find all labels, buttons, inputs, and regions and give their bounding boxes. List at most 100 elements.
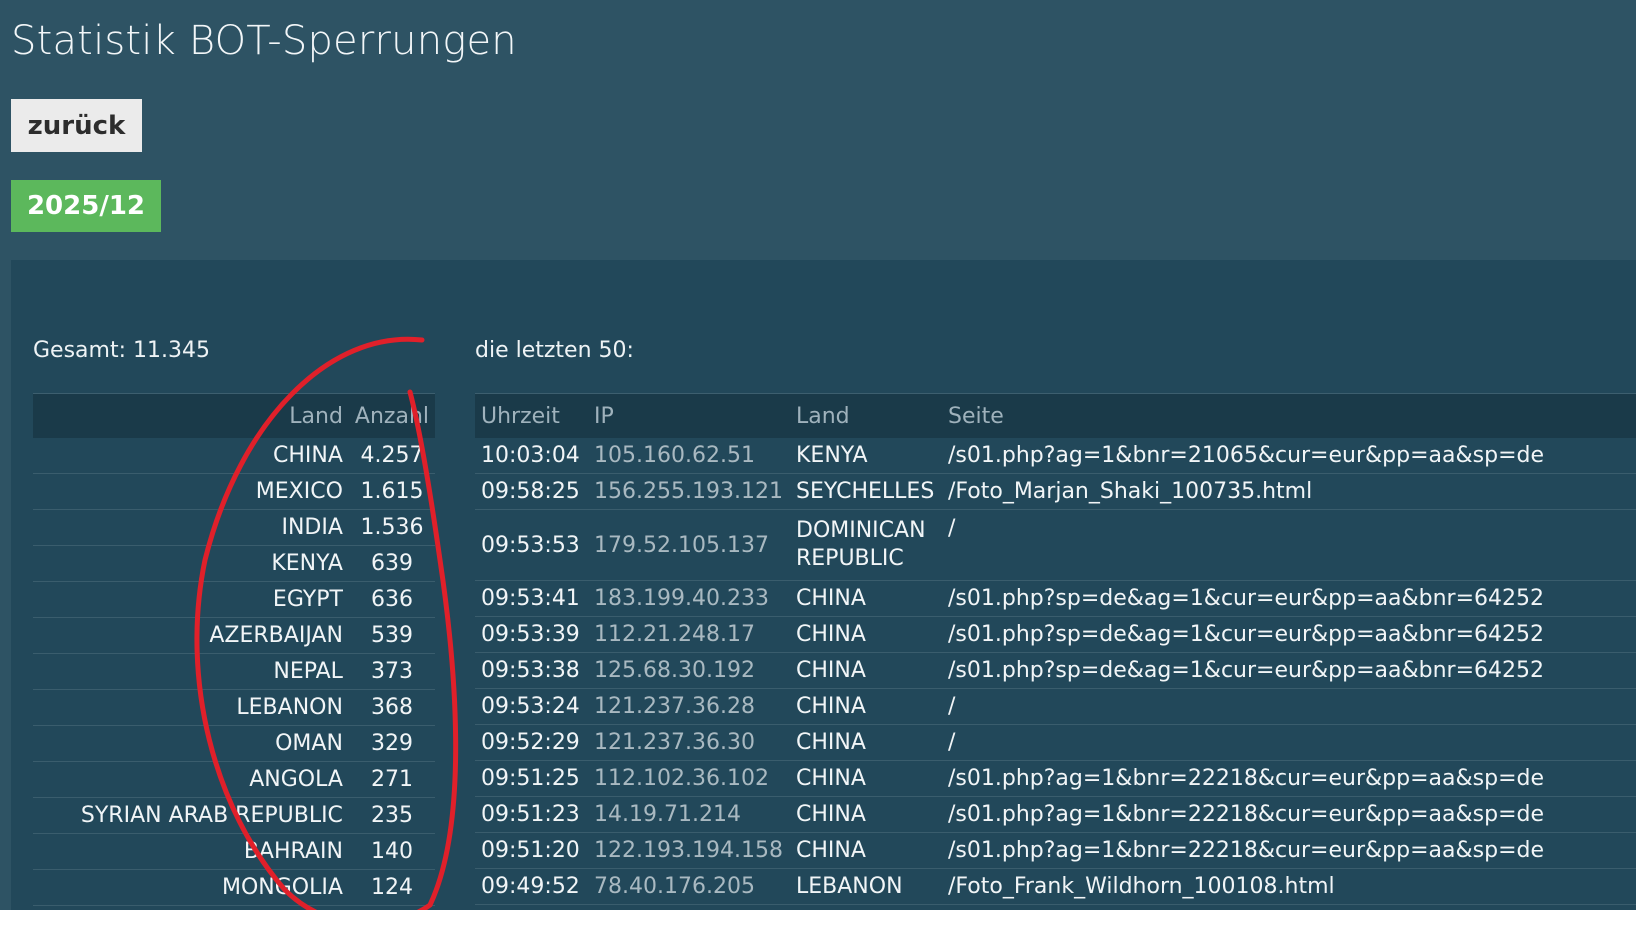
country-count: 235 (348, 797, 435, 834)
log-row: 10:03:04 105.160.62.51 KENYA/s01.php?ag=1&… (475, 438, 1636, 474)
country-count: 271 (348, 761, 435, 798)
page: Statistik BOT-Sperrungen zurück 2025/12 … (0, 0, 1636, 910)
log-country: LEBANON (790, 868, 942, 905)
log-time: 09:52:29 (475, 724, 588, 761)
log-country: SEYCHELLES (790, 473, 942, 510)
log-time: 10:03:04 (475, 438, 588, 474)
country-count: 1.536 (348, 509, 435, 546)
log-page: /s01.php?ag=1&bnr=22218&cur=eur&pp=aa&sp… (942, 796, 1636, 833)
country-name: EGYPT (33, 581, 349, 618)
log-ip: 125.68.30.192 (588, 652, 790, 689)
log-ip: 112.102.36.102 (588, 760, 790, 797)
country-row: LEBANON 368 (33, 689, 435, 726)
country-row: MEXICO 1.615 (33, 473, 435, 510)
column-header-land: Land (790, 393, 942, 438)
log-page: / (942, 509, 1636, 581)
total-count: Gesamt: 11.345 (33, 338, 210, 363)
log-time: 09:58:25 (475, 473, 588, 510)
country-name: KENYA (33, 545, 349, 582)
log-page: /s01.php?ag=1&bnr=22218&cur=eur&pp=aa&sp… (942, 832, 1636, 869)
log-time: 09:53:38 (475, 652, 588, 689)
country-count: 539 (348, 617, 435, 654)
log-ip: 183.199.40.233 (588, 580, 790, 617)
log-page: /s01.php?sp=de&ag=1&cur=eur&pp=aa&bnr=64… (942, 616, 1636, 653)
country-count: 124 (348, 869, 435, 906)
country-count: 4.257 (348, 438, 435, 474)
log-time: 09:51:23 (475, 796, 588, 833)
country-row: BAHRAIN 140 (33, 833, 435, 870)
log-time: 09:53:41 (475, 580, 588, 617)
recent-log-table: Uhrzeit IP Land Seite 10:03:04 105.160.62… (475, 393, 1636, 905)
country-table-header: Land Anzahl (33, 393, 435, 438)
log-row: 09:51:20 122.193.194.158 CHINA/s01.php?ag=… (475, 832, 1636, 869)
log-page: / (942, 724, 1636, 761)
country-count: 1.615 (348, 473, 435, 510)
page-title: Statistik BOT-Sperrungen (11, 18, 517, 64)
back-button[interactable]: zurück (11, 99, 142, 152)
log-country: CHINA (790, 760, 942, 797)
country-name: OMAN (33, 725, 349, 762)
log-time: 09:51:20 (475, 832, 588, 869)
log-row: 09:58:25 156.255.193.121 SEYCHELLES/Foto_M… (475, 473, 1636, 510)
log-page: /s01.php?ag=1&bnr=22218&cur=eur&pp=aa&sp… (942, 760, 1636, 797)
country-name: MEXICO (33, 473, 349, 510)
log-page: /s01.php?sp=de&ag=1&cur=eur&pp=aa&bnr=64… (942, 652, 1636, 689)
recent-heading: die letzten 50: (475, 338, 634, 363)
column-header-anzahl: Anzahl (348, 393, 435, 438)
log-time: 09:53:24 (475, 688, 588, 725)
log-page: /s01.php?sp=de&ag=1&cur=eur&pp=aa&bnr=64… (942, 580, 1636, 617)
log-ip: 78.40.176.205 (588, 868, 790, 905)
country-name: INDIA (33, 509, 349, 546)
log-ip: 122.193.194.158 (588, 832, 790, 869)
column-header-ip: IP (588, 393, 790, 438)
log-row: 09:49:52 78.40.176.205 LEBANON/Foto_Frank_… (475, 868, 1636, 905)
log-time: 09:53:53 (475, 509, 588, 581)
log-page: / (942, 688, 1636, 725)
country-row: OMAN 329 (33, 725, 435, 762)
log-country: CHINA (790, 688, 942, 725)
country-name: LEBANON (33, 689, 349, 726)
column-header-seite: Seite (942, 393, 1636, 438)
log-country: CHINA (790, 580, 942, 617)
log-ip: 179.52.105.137 (588, 509, 790, 581)
country-name: BAHRAIN (33, 833, 349, 870)
log-country: CHINA (790, 652, 942, 689)
log-row: 09:52:29 121.237.36.30 CHINA / (475, 724, 1636, 761)
country-table: Land Anzahl CHINA 4.257 MEXICO 1.615 INDIA 1.… (33, 393, 435, 906)
country-row: MONGOLIA 124 (33, 869, 435, 906)
country-name: NEPAL (33, 653, 349, 690)
log-country: CHINA (790, 724, 942, 761)
country-count: 329 (348, 725, 435, 762)
log-country: CHINA (790, 616, 942, 653)
log-ip: 121.237.36.28 (588, 688, 790, 725)
country-count: 368 (348, 689, 435, 726)
month-button[interactable]: 2025/12 (11, 180, 161, 232)
log-country: CHINA (790, 796, 942, 833)
country-name: CHINA (33, 438, 349, 474)
log-time: 09:53:39 (475, 616, 588, 653)
country-row: EGYPT 636 (33, 581, 435, 618)
country-row: ANGOLA 271 (33, 761, 435, 798)
log-row: 09:51:23 14.19.71.214 CHINA/s01.php?ag=1&b… (475, 796, 1636, 833)
country-name: SYRIAN ARAB REPUBLIC (33, 797, 349, 834)
log-ip: 121.237.36.30 (588, 724, 790, 761)
log-row: 09:53:24 121.237.36.28 CHINA / (475, 688, 1636, 725)
country-name: MONGOLIA (33, 869, 349, 906)
log-time: 09:49:52 (475, 868, 588, 905)
country-count: 140 (348, 833, 435, 870)
country-name: AZERBAIJAN (33, 617, 349, 654)
column-header-land: Land (33, 393, 349, 438)
log-row: 09:51:25 112.102.36.102 CHINA/s01.php?ag=1… (475, 760, 1636, 797)
country-name: ANGOLA (33, 761, 349, 798)
country-row: NEPAL 373 (33, 653, 435, 690)
log-ip: 105.160.62.51 (588, 438, 790, 474)
log-country: CHINA (790, 832, 942, 869)
log-ip: 156.255.193.121 (588, 473, 790, 510)
log-page: /Foto_Marjan_Shaki_100735.html (942, 473, 1636, 510)
country-count: 639 (348, 545, 435, 582)
log-country: KENYA (790, 438, 942, 474)
log-table-header: Uhrzeit IP Land Seite (475, 393, 1636, 438)
log-page: /Foto_Frank_Wildhorn_100108.html (942, 868, 1636, 905)
country-row: AZERBAIJAN 539 (33, 617, 435, 654)
log-row: 09:53:41 183.199.40.233 CHINA/s01.php?sp=d… (475, 580, 1636, 617)
